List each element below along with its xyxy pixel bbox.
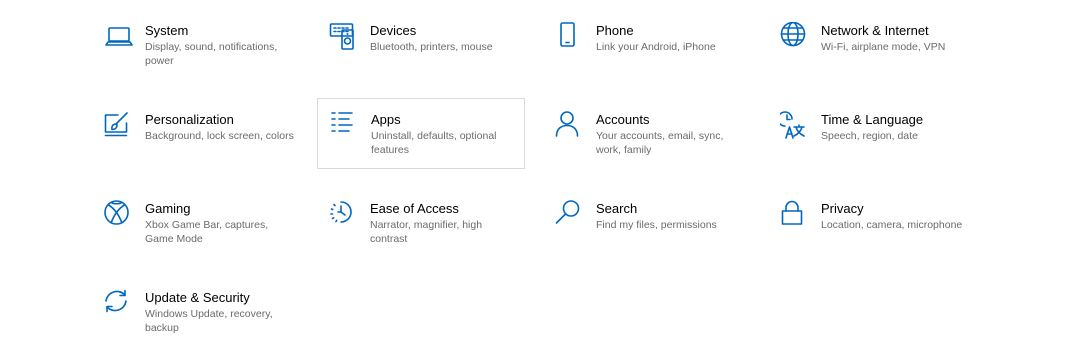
person-icon [555, 111, 585, 141]
laptop-icon [104, 22, 134, 52]
tile-title: Personalization [145, 112, 234, 127]
settings-tile-system[interactable]: System Display, sound, notifications, po… [104, 22, 312, 92]
tile-title: Privacy [821, 201, 864, 216]
settings-tile-gaming[interactable]: Gaming Xbox Game Bar, captures, Game Mod… [104, 200, 312, 270]
tile-description: Xbox Game Bar, captures, Game Mode [145, 219, 269, 245]
globe-icon [780, 22, 810, 52]
tile-title: Gaming [145, 201, 191, 216]
settings-tile-personalization[interactable]: Personalization Background, lock screen,… [104, 111, 312, 181]
tile-description: Bluetooth, printers, mouse [370, 41, 493, 53]
tile-description: Location, camera, microphone [821, 219, 963, 231]
tile-description: Narrator, magnifier, high contrast [370, 219, 483, 245]
tile-description: Wi-Fi, airplane mode, VPN [821, 41, 946, 53]
settings-tile-apps[interactable]: Apps Uninstall, defaults, optional featu… [317, 98, 525, 169]
tile-title: Ease of Access [370, 201, 459, 216]
apps-list-icon [330, 111, 360, 141]
settings-tile-devices[interactable]: Devices Bluetooth, printers, mouse [329, 22, 537, 92]
settings-tile-accounts[interactable]: Accounts Your accounts, email, sync, wor… [555, 111, 763, 181]
tile-title: System [145, 23, 189, 38]
settings-category-grid: System Display, sound, notifications, po… [0, 0, 1068, 353]
tile-title: Update & Security [145, 290, 250, 305]
time-language-icon [780, 111, 810, 141]
settings-tile-privacy[interactable]: Privacy Location, camera, microphone [780, 200, 988, 270]
tile-description: Windows Update, recovery, backup [145, 308, 273, 334]
settings-tile-time-language[interactable]: Time & Language Speech, region, date [780, 111, 988, 181]
tile-description: Link your Android, iPhone [596, 41, 716, 53]
settings-tile-ease-of-access[interactable]: Ease of Access Narrator, magnifier, high… [329, 200, 537, 270]
tile-title: Apps [371, 112, 401, 127]
settings-tile-update-security[interactable]: Update & Security Windows Update, recove… [104, 289, 312, 359]
tile-title: Phone [596, 23, 634, 38]
tile-description: Uninstall, defaults, optional features [371, 130, 497, 156]
lock-icon [780, 200, 810, 230]
phone-icon [555, 22, 585, 52]
paintbrush-icon [104, 111, 134, 141]
tile-description: Speech, region, date [821, 130, 918, 142]
xbox-icon [104, 200, 134, 230]
tile-title: Devices [370, 23, 417, 38]
tile-title: Search [596, 201, 638, 216]
tile-description: Background, lock screen, colors [145, 130, 294, 142]
search-icon [555, 200, 585, 230]
ease-of-access-icon [329, 200, 359, 230]
tile-title: Time & Language [821, 112, 924, 127]
sync-icon [104, 289, 134, 319]
settings-tile-phone[interactable]: Phone Link your Android, iPhone [555, 22, 763, 92]
settings-tile-network-internet[interactable]: Network & Internet Wi-Fi, airplane mode,… [780, 22, 988, 92]
settings-tile-search[interactable]: Search Find my files, permissions [555, 200, 763, 270]
tile-description: Display, sound, notifications, power [145, 41, 278, 67]
tile-title: Accounts [596, 112, 650, 127]
tile-title: Network & Internet [821, 23, 929, 38]
tile-description: Your accounts, email, sync, work, family [596, 130, 724, 156]
tile-description: Find my files, permissions [596, 219, 717, 231]
devices-icon [329, 22, 359, 52]
